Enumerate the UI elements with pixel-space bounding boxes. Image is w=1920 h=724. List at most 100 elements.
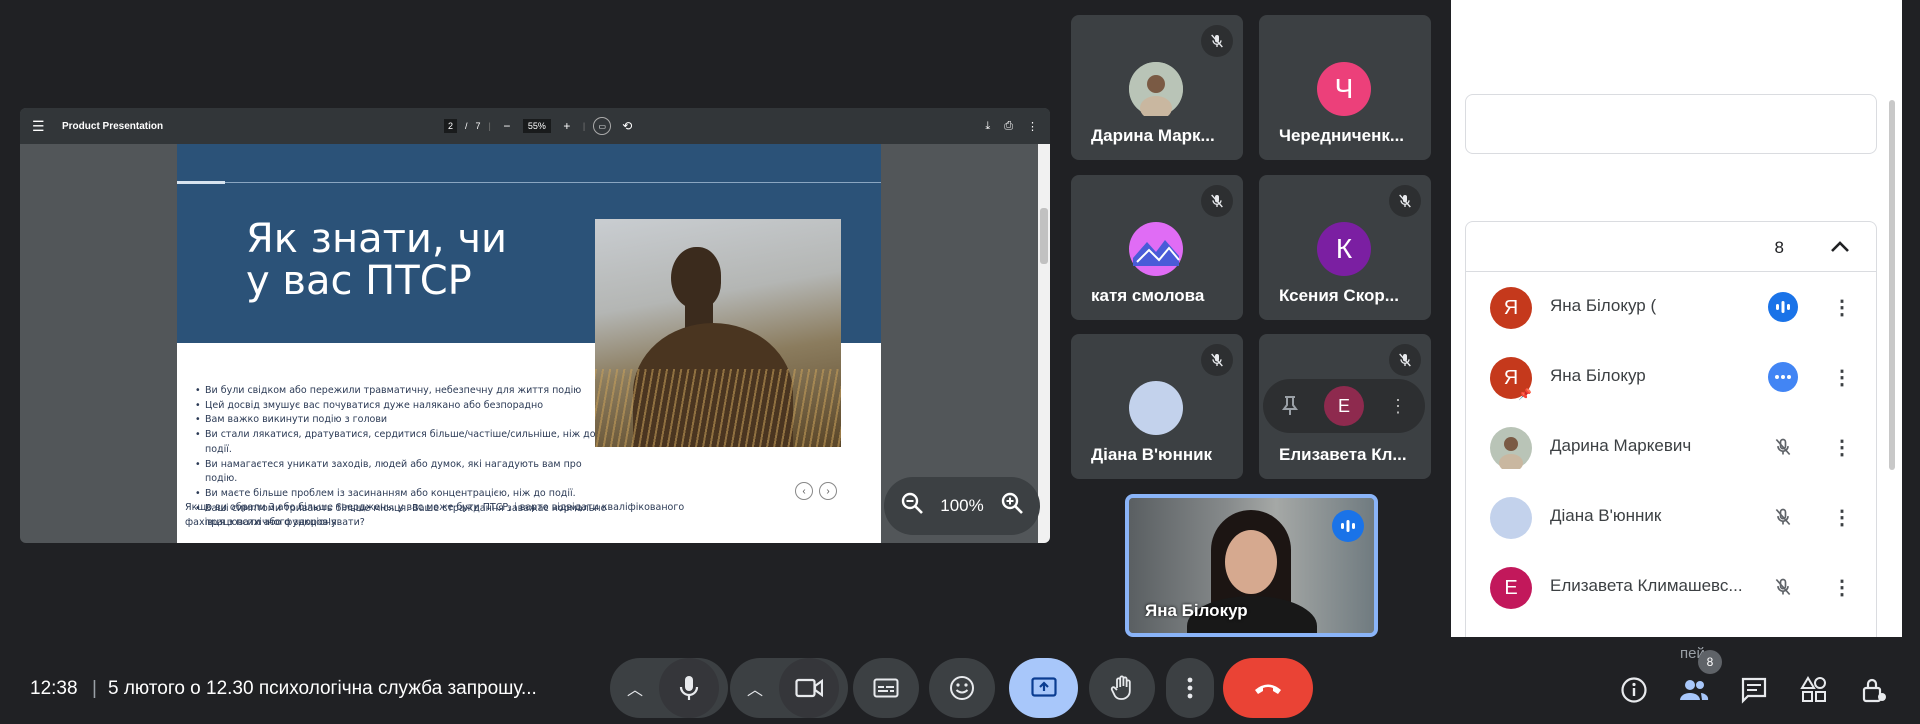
- meeting-title: 5 лютого о 12.30 психологічна служба зап…: [108, 678, 537, 699]
- more-options-button[interactable]: [1166, 658, 1214, 718]
- participant-tile[interactable]: Ч Чередниченк...: [1259, 15, 1431, 160]
- participant-tile[interactable]: катя смолова: [1071, 175, 1243, 320]
- zoom-in-icon[interactable]: +: [559, 119, 575, 133]
- participant-row-name: Діана В'юнник: [1550, 506, 1662, 525]
- participant-row[interactable]: Я 📌 Яна Білокур ⋮: [1466, 342, 1878, 412]
- avatar: [1129, 381, 1183, 435]
- self-video-tile[interactable]: Яна Білокур: [1125, 494, 1378, 637]
- participant-row[interactable]: Я Яна Білокур ( ⋮: [1466, 272, 1878, 342]
- download-icon[interactable]: ⤓: [985, 120, 990, 133]
- menu-icon[interactable]: ☰: [32, 118, 54, 135]
- pdf-scrollbar[interactable]: [1038, 144, 1050, 543]
- zoom-in-magnifier-icon[interactable]: [1000, 491, 1024, 521]
- participant-tile[interactable]: К Ксения Скор...: [1259, 175, 1431, 320]
- more-vert-icon[interactable]: ⋮: [1828, 572, 1856, 602]
- presentation-zoom-control: 100%: [884, 477, 1040, 535]
- slide-photo: [595, 219, 841, 447]
- slide-nav: ‹ ›: [795, 482, 837, 500]
- participant-avatar: Я: [1490, 287, 1532, 329]
- chevron-up-icon[interactable]: ︿: [747, 676, 763, 700]
- slide-bullet: Ви були свідком або пережили травматичну…: [195, 384, 615, 399]
- participant-row-name: Яна Білокур (: [1550, 296, 1657, 315]
- rotate-icon[interactable]: ⟲: [619, 119, 635, 133]
- pdf-scrollbar-thumb[interactable]: [1040, 208, 1048, 264]
- participant-avatar: [1490, 427, 1532, 469]
- chevron-up-icon[interactable]: [1830, 232, 1850, 260]
- avatar: [1129, 62, 1183, 116]
- mic-off-icon: [1201, 185, 1233, 217]
- people-search-input[interactable]: [1465, 94, 1877, 154]
- mic-off-icon: [1201, 25, 1233, 57]
- camera-button[interactable]: [779, 658, 839, 718]
- present-screen-button[interactable]: [1009, 658, 1078, 718]
- zoom-out-magnifier-icon[interactable]: [900, 491, 924, 521]
- pin-icon[interactable]: [1270, 386, 1310, 426]
- raise-hand-button[interactable]: [1089, 658, 1155, 718]
- more-vert-icon[interactable]: ⋮: [1828, 362, 1856, 392]
- chevron-up-icon[interactable]: ︿: [627, 676, 643, 700]
- presentation-zoom-value: 100%: [940, 496, 984, 515]
- slide-bullet: Ви маєте більше проблем із засинанням аб…: [195, 487, 615, 502]
- emoji-reaction-button[interactable]: [929, 658, 995, 718]
- pin-icon: 📌: [1518, 389, 1532, 401]
- slide-next-icon[interactable]: ›: [819, 482, 837, 500]
- video-control-group: ︿: [730, 658, 848, 718]
- participant-avatar: [1490, 497, 1532, 539]
- slide-divider-accent: [177, 181, 225, 184]
- meeting-info-icon[interactable]: [1616, 672, 1652, 708]
- end-call-button[interactable]: [1223, 658, 1313, 718]
- participant-row[interactable]: Дарина Маркевич ⋮: [1466, 412, 1878, 482]
- mic-off-icon: [1768, 432, 1798, 462]
- captions-button[interactable]: [853, 658, 919, 718]
- host-controls-lock-icon[interactable]: [1856, 672, 1892, 708]
- participant-row[interactable]: Е Елизавета Климашевс... ⋮: [1466, 552, 1878, 622]
- slide-bullet: Ви намагаєтеся уникати заходів, людей аб…: [195, 458, 615, 487]
- panel-scrollbar[interactable]: [1889, 100, 1895, 470]
- bottom-control-bar: 12:38 | 5 лютого о 12.30 психологічна сл…: [0, 648, 1920, 724]
- microphone-button[interactable]: [659, 658, 719, 718]
- clock: 12:38: [30, 678, 78, 699]
- document-title: Product Presentation: [62, 120, 164, 132]
- participant-avatar: Е: [1490, 567, 1532, 609]
- avatar: К: [1317, 222, 1371, 276]
- fit-page-icon[interactable]: ▭: [593, 117, 612, 135]
- avatar: [1129, 222, 1183, 276]
- participant-tile[interactable]: Дарина Марк...: [1071, 15, 1243, 160]
- people-icon[interactable]: [1676, 672, 1712, 708]
- activities-icon[interactable]: [1796, 672, 1832, 708]
- page-number-input[interactable]: 2: [444, 119, 458, 133]
- print-icon[interactable]: ⎙: [1004, 120, 1013, 133]
- mic-off-icon: [1768, 502, 1798, 532]
- participants-group-header[interactable]: 8: [1466, 222, 1876, 272]
- slide-prev-icon[interactable]: ‹: [795, 482, 813, 500]
- participant-row[interactable]: Діана В'юнник ⋮: [1466, 482, 1878, 552]
- more-horiz-icon[interactable]: [1768, 362, 1798, 392]
- speaking-indicator-icon: [1768, 292, 1798, 322]
- participant-tile[interactable]: Діана В'юнник: [1071, 334, 1243, 479]
- participants-group: 8 Я Яна Білокур ( ⋮ Я 📌 Яна Білокур ⋮ Да…: [1465, 221, 1877, 637]
- more-vert-icon[interactable]: ⋮: [1828, 292, 1856, 322]
- audio-control-group: ︿: [610, 658, 728, 718]
- pdf-page-controls: 2 / 7 | − 55% + | ▭ ⟲: [444, 108, 635, 144]
- chat-icon[interactable]: [1736, 672, 1772, 708]
- video-person-face: [1225, 530, 1277, 594]
- slide-footer-text: Якщо ви обрали 3 або більше тверджень, у…: [185, 502, 685, 528]
- zoom-level-input[interactable]: 55%: [522, 119, 551, 133]
- participants-count: 8: [1774, 238, 1784, 257]
- more-vert-icon[interactable]: ⋮: [1378, 386, 1418, 426]
- more-vert-icon[interactable]: ⋮: [1828, 502, 1856, 532]
- zoom-out-icon[interactable]: −: [499, 119, 515, 133]
- mic-off-icon: [1201, 344, 1233, 376]
- more-vert-icon[interactable]: ⋮: [1027, 120, 1038, 133]
- people-count-badge: 8: [1698, 650, 1722, 674]
- slide-title: Як знати, чи у вас ПТСР: [246, 218, 566, 302]
- mic-off-icon: [1389, 185, 1421, 217]
- participant-row-name: Яна Білокур: [1550, 366, 1646, 385]
- bar-separator: |: [92, 678, 97, 699]
- more-vert-icon[interactable]: ⋮: [1828, 432, 1856, 462]
- participant-row-name: Елизавета Климашевс...: [1550, 576, 1743, 595]
- people-panel: 8 Я Яна Білокур ( ⋮ Я 📌 Яна Білокур ⋮ Да…: [1451, 0, 1902, 637]
- photo-grass: [595, 369, 841, 447]
- pdf-actions: ⤓ ⎙ ⋮: [985, 108, 1038, 144]
- participant-name: Ксения Скор...: [1279, 286, 1399, 305]
